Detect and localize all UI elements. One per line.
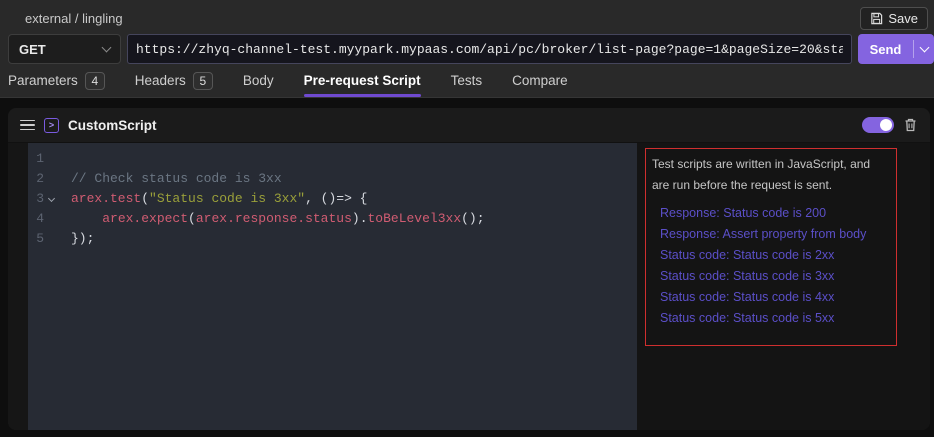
code-token: ( [141, 191, 149, 206]
code-text: }); [58, 229, 94, 249]
code-token: ). [352, 211, 368, 226]
snippet-link[interactable]: Status code: Status code is 4xx [652, 287, 890, 308]
code-text: arex.test("Status code is 3xx", ()=> { [58, 189, 367, 209]
code-line[interactable]: 4 arex.expect(arex.response.status).toBe… [28, 209, 637, 229]
tab-label: Headers [135, 73, 186, 88]
line-number: 5 [28, 229, 44, 249]
line-number: 1 [28, 149, 44, 169]
tab-tests[interactable]: Tests [451, 64, 483, 97]
line-number: 3 [28, 189, 44, 209]
tab-body[interactable]: Body [243, 64, 274, 97]
toggle-knob [880, 119, 892, 131]
tab-badge: 5 [193, 72, 213, 90]
code-token: arex.expect [102, 211, 188, 226]
code-text [58, 149, 71, 169]
tab-label: Tests [451, 73, 483, 88]
tab-badge: 4 [85, 72, 105, 90]
tab-compare[interactable]: Compare [512, 64, 568, 97]
script-title: CustomScript [68, 118, 157, 133]
script-icon: > [44, 118, 59, 133]
save-button-label: Save [888, 11, 918, 26]
tab-parameters[interactable]: Parameters 4 [8, 64, 105, 97]
save-button[interactable]: Save [860, 7, 928, 30]
snippets-panel: Test scripts are written in JavaScript, … [637, 143, 930, 430]
code-token: (); [461, 211, 484, 226]
fold-slot [44, 229, 58, 249]
send-options-button[interactable] [914, 47, 934, 51]
code-editor[interactable]: 12// Check status code is 3xx3arex.test(… [28, 143, 637, 430]
tab-pre-request-script[interactable]: Pre-request Script [304, 64, 421, 97]
method-select[interactable]: GET [8, 34, 121, 64]
code-text: // Check status code is 3xx [58, 169, 282, 189]
code-token: "Status code is 3xx" [149, 191, 305, 206]
line-number: 2 [28, 169, 44, 189]
fold-arrow-icon[interactable] [47, 194, 54, 201]
snippet-link[interactable]: Response: Status code is 200 [652, 203, 890, 224]
line-number: 4 [28, 209, 44, 229]
send-button[interactable]: Send [858, 34, 934, 64]
code-token: ( [188, 211, 196, 226]
method-value: GET [19, 42, 46, 57]
fold-slot [44, 209, 58, 229]
script-card: > CustomScript 12 // Check status code is… [8, 108, 930, 430]
breadcrumb[interactable]: external / lingling [25, 11, 123, 26]
request-header-section: external / lingling Save GET Send [0, 0, 934, 98]
code-token [71, 211, 102, 226]
code-text: arex.expect(arex.response.status).toBeLe… [58, 209, 485, 229]
snippet-link[interactable]: Response: Assert property from body [652, 224, 890, 245]
snippet-link[interactable]: Status code: Status code is 2xx [652, 245, 890, 266]
script-card-body: 12// Check status code is 3xx3arex.test(… [8, 143, 930, 430]
url-input[interactable] [127, 34, 852, 64]
fold-slot [44, 149, 58, 169]
code-line[interactable]: 1 [28, 149, 637, 169]
code-token: // Check status code is 3xx [71, 171, 282, 186]
code-token: toBeLevel3xx [368, 211, 462, 226]
request-row: GET Send [0, 34, 934, 64]
chevron-down-icon [919, 43, 929, 53]
fold-slot [44, 169, 58, 189]
title-bar: external / lingling Save [0, 0, 934, 30]
code-token: arex.response.status [196, 211, 352, 226]
code-token: , ()=> { [305, 191, 367, 206]
snippets-intro: Test scripts are written in JavaScript, … [652, 154, 890, 196]
menu-icon[interactable] [20, 120, 35, 131]
send-button-label: Send [858, 42, 913, 57]
tab-headers[interactable]: Headers 5 [135, 64, 213, 97]
script-card-header: > CustomScript [8, 108, 930, 143]
code-token: }); [71, 231, 94, 246]
tab-label: Body [243, 73, 274, 88]
script-enabled-toggle[interactable] [862, 117, 894, 133]
chevron-down-icon [102, 43, 112, 53]
tab-label: Pre-request Script [304, 73, 421, 88]
code-line[interactable]: 5}); [28, 229, 637, 249]
snippets-highlight-box: Test scripts are written in JavaScript, … [645, 148, 897, 346]
tab-label: Compare [512, 73, 568, 88]
snippet-link[interactable]: Status code: Status code is 3xx [652, 266, 890, 287]
request-tabs: Parameters 4 Headers 5 Body Pre-request Scrip… [0, 64, 934, 97]
tab-label: Parameters [8, 73, 78, 88]
snippet-link[interactable]: Status code: Status code is 5xx [652, 308, 890, 329]
delete-icon[interactable] [903, 117, 918, 133]
fold-slot [44, 189, 58, 209]
code-token: arex.test [71, 191, 141, 206]
code-line[interactable]: 2 // Check status code is 3xx [28, 169, 637, 189]
save-icon [870, 12, 883, 25]
app-window: external / lingling Save GET Send [0, 0, 934, 437]
code-line[interactable]: 3 arex.test("Status code is 3xx", ()=> { [28, 189, 637, 209]
snippet-list: Response: Status code is 200Response: As… [652, 203, 890, 329]
